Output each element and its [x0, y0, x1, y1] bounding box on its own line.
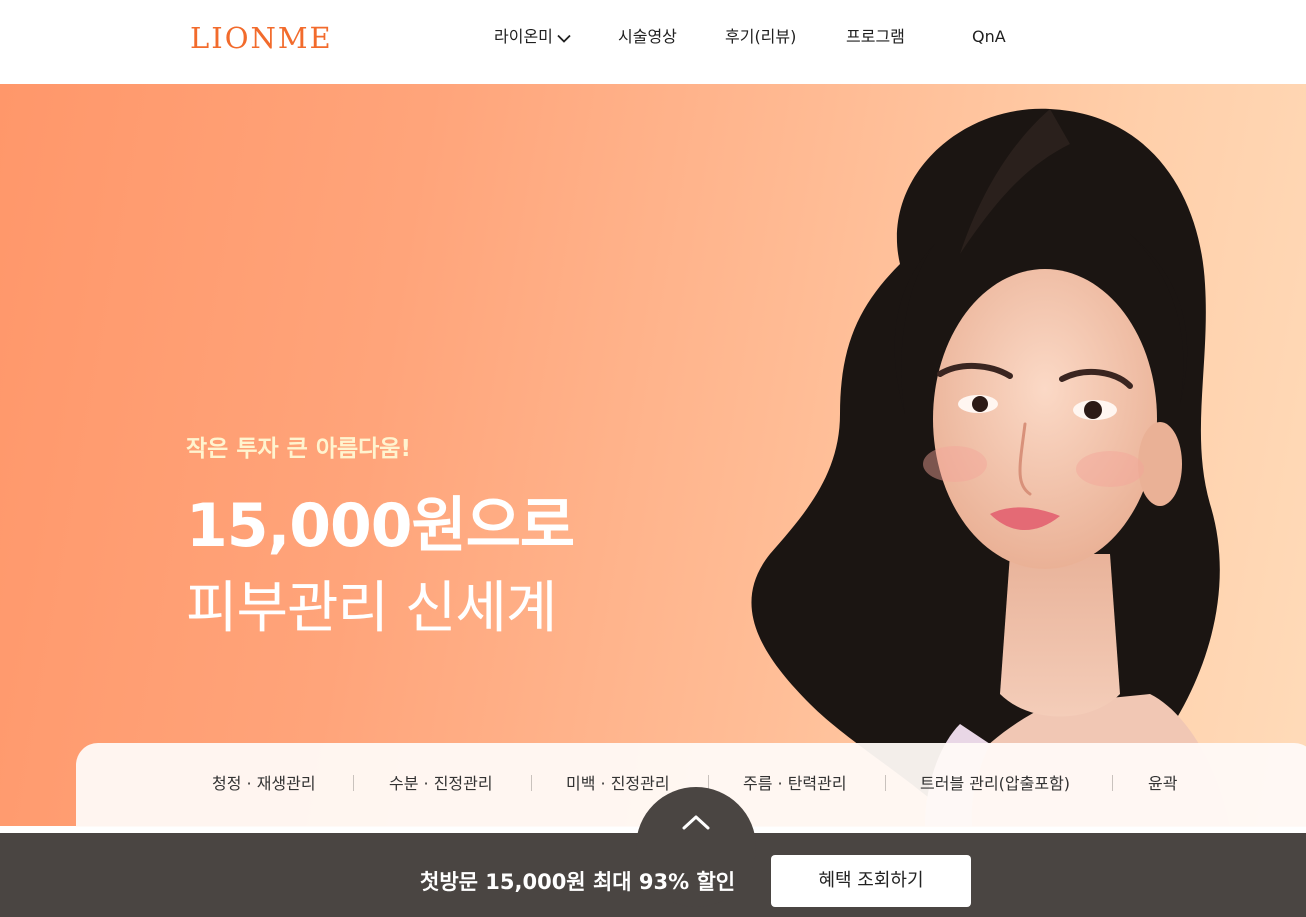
- category-whitening-soothing[interactable]: 미백 · 진정관리: [566, 773, 670, 795]
- promo-text: 첫방문 15,000원 최대 93% 할인: [420, 870, 736, 894]
- model-portrait-image: [751, 108, 1230, 826]
- hero-tagline: 작은 투자 큰 아름다움!: [186, 436, 411, 462]
- nav-item-label: 라이온미: [494, 27, 553, 46]
- hero-headline-price: 15,000원으로: [186, 491, 575, 561]
- nav-item-reviews[interactable]: 후기(리뷰): [725, 26, 796, 48]
- category-wrinkle-elasticity[interactable]: 주름 · 탄력관리: [743, 773, 847, 795]
- category-hydration-soothing[interactable]: 수분 · 진정관리: [389, 773, 493, 795]
- hero-headline-sub: 피부관리 신세계: [186, 576, 557, 641]
- nav-item-lionme[interactable]: 라이온미: [494, 26, 571, 48]
- site-header: LIONME 라이온미 시술영상 후기(리뷰) 프로그램 QnA: [0, 0, 1306, 84]
- nav-item-procedure-videos[interactable]: 시술영상: [618, 26, 677, 48]
- category-divider: [353, 775, 354, 791]
- lionme-logo[interactable]: LIONME: [190, 22, 333, 54]
- category-divider: [1112, 775, 1113, 791]
- nav-item-programs[interactable]: 프로그램: [846, 26, 905, 48]
- hero-banner: 작은 투자 큰 아름다움! 15,000원으로 피부관리 신세계: [0, 84, 1306, 826]
- category-divider: [885, 775, 886, 791]
- category-trouble-care[interactable]: 트러블 관리(압출포함): [920, 773, 1070, 795]
- category-contour[interactable]: 윤곽: [1148, 773, 1177, 795]
- chevron-down-icon: [557, 27, 571, 49]
- category-divider: [531, 775, 532, 791]
- view-benefits-button[interactable]: 혜택 조회하기: [771, 855, 971, 907]
- category-cleansing-regeneration[interactable]: 청정 · 재생관리: [212, 773, 316, 795]
- chevron-up-icon: [682, 815, 710, 830]
- nav-item-qna[interactable]: QnA: [972, 26, 1006, 48]
